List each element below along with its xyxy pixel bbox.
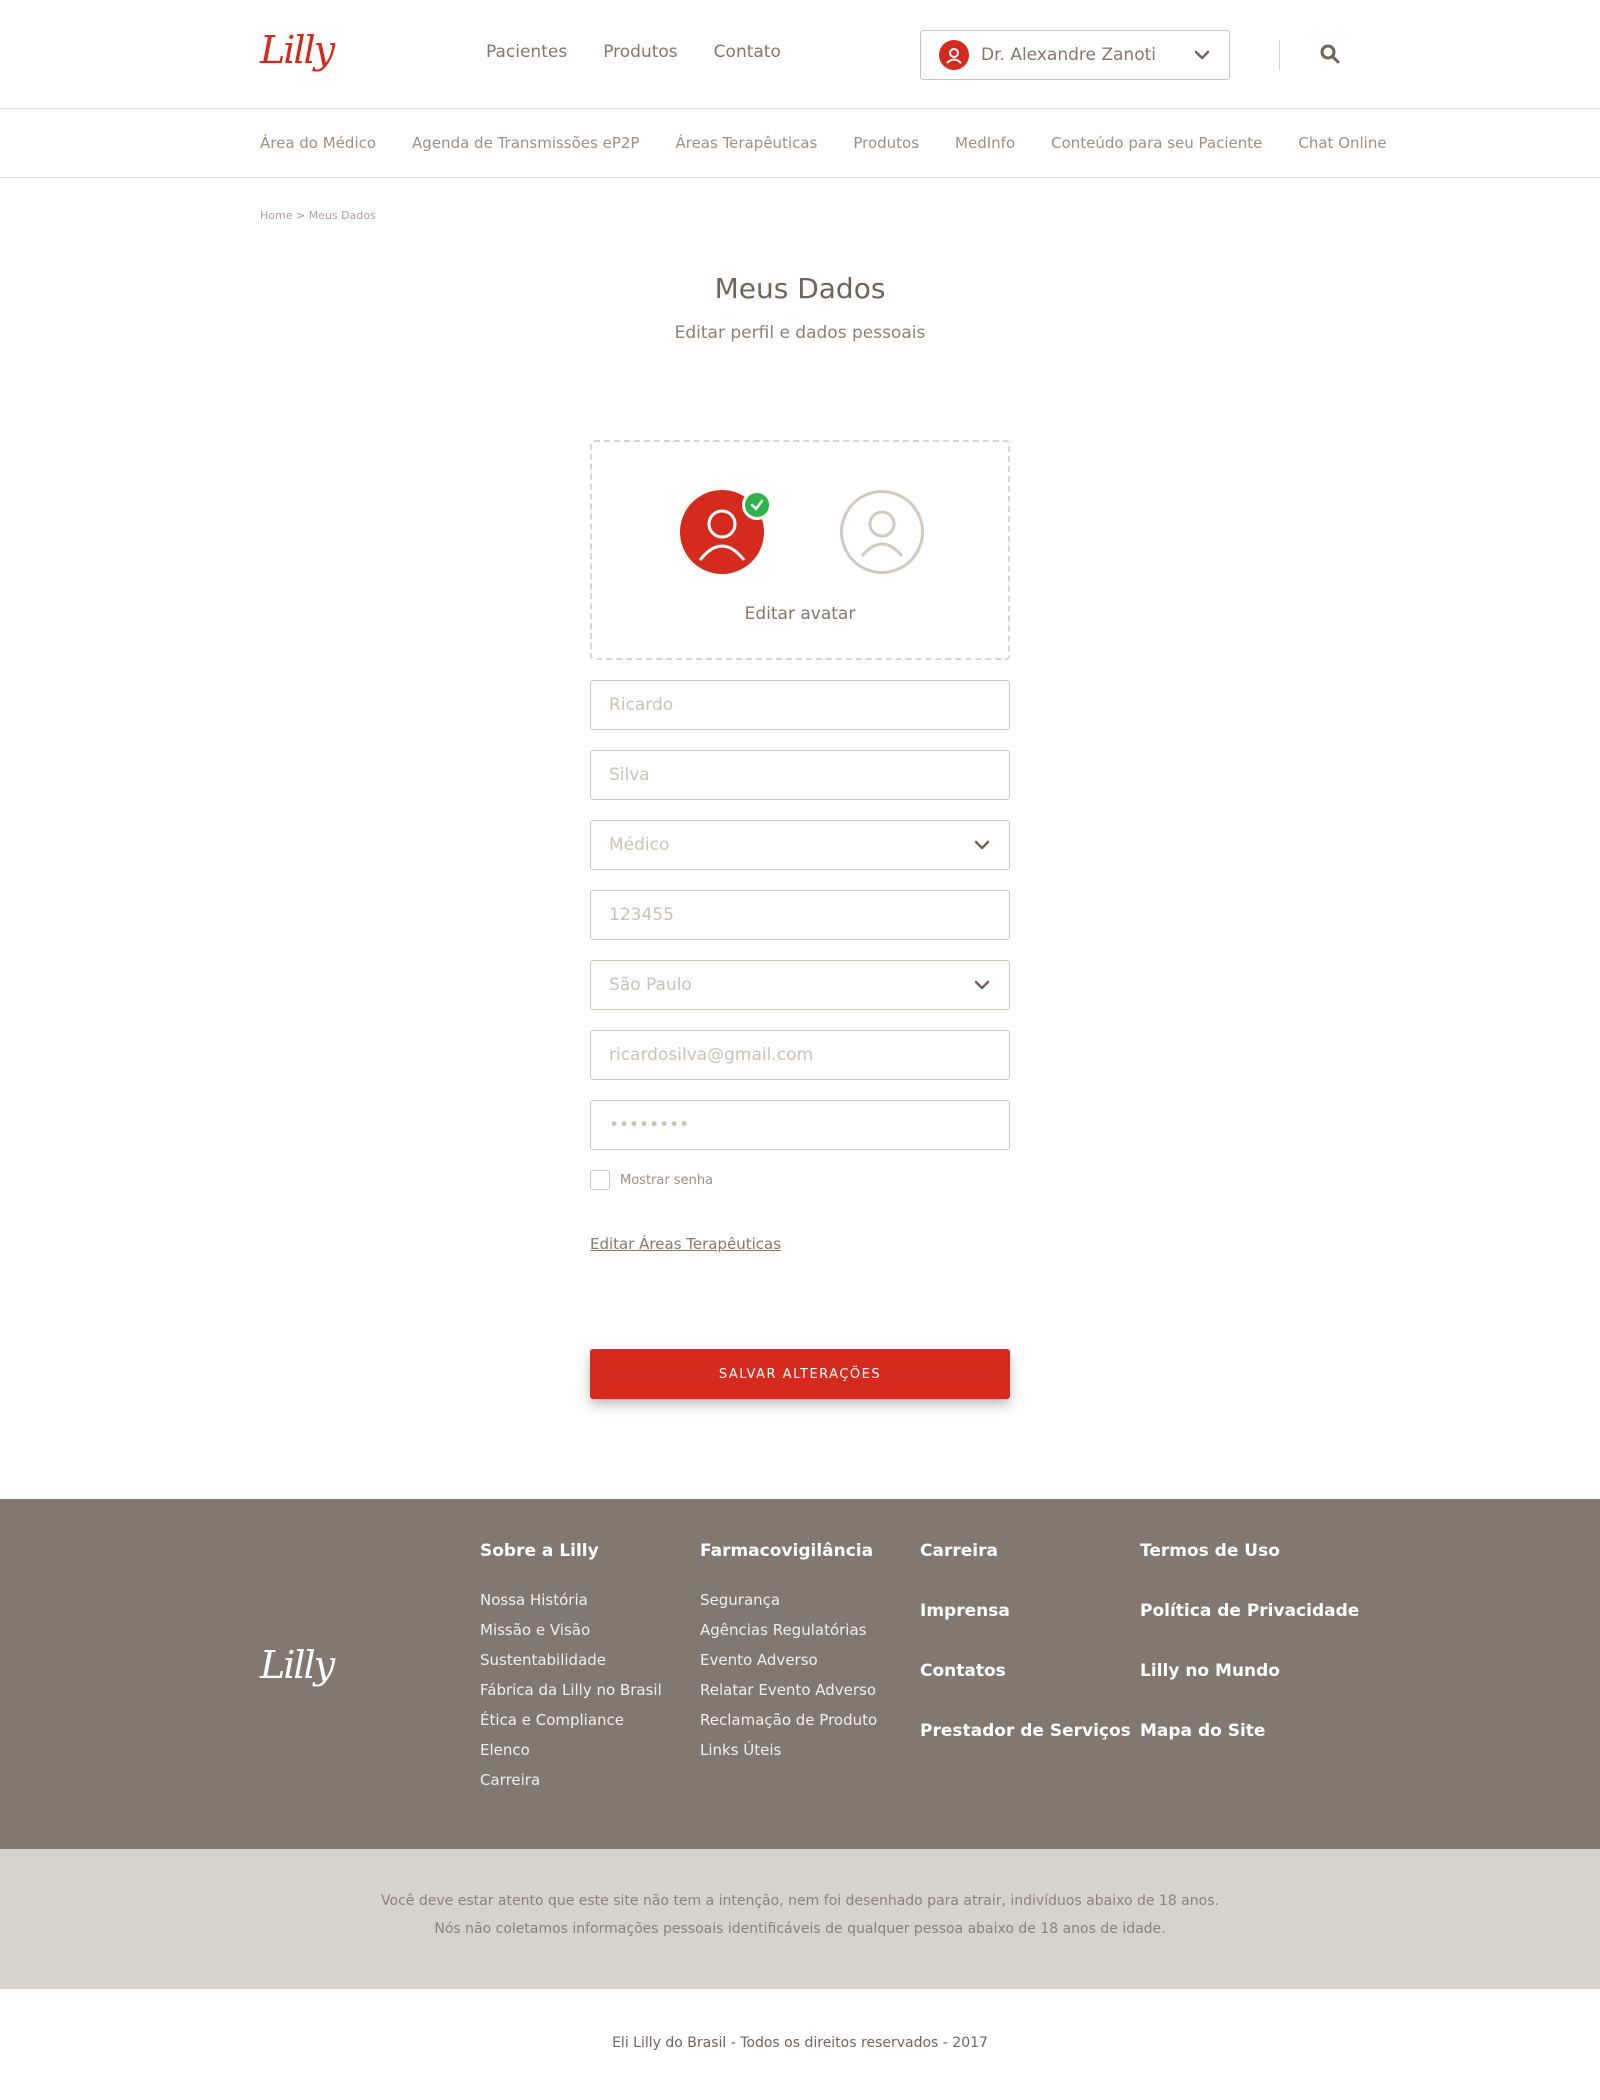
notice-line-1: Você deve estar atento que este site não…: [381, 1893, 1219, 1909]
footer-col-3: Carreira Imprensa Contatos Prestador de …: [920, 1541, 1131, 1781]
crm-value: 123455: [609, 905, 674, 925]
footer-link[interactable]: Segurança: [700, 1591, 877, 1609]
subnav-area-medico[interactable]: Área do Médico: [260, 134, 376, 152]
footer-link-mapa[interactable]: Mapa do Site: [1140, 1721, 1359, 1741]
footer-link[interactable]: Reclamação de Produto: [700, 1711, 877, 1729]
footer-link-contatos[interactable]: Contatos: [920, 1661, 1131, 1681]
footer-link[interactable]: Relatar Evento Adverso: [700, 1681, 877, 1699]
footer-link-imprensa[interactable]: Imprensa: [920, 1601, 1131, 1621]
show-password-toggle[interactable]: Mostrar senha: [590, 1170, 713, 1190]
search-icon[interactable]: [1318, 42, 1342, 66]
subnav-areas-terapeuticas[interactable]: Áreas Terapêuticas: [675, 134, 817, 152]
state-value: São Paulo: [609, 975, 692, 995]
last-name-field[interactable]: Silva: [590, 750, 1010, 800]
main-nav: Pacientes Produtos Contato: [486, 42, 781, 62]
subnav-agenda[interactable]: Agenda de Transmissões eP2P: [412, 134, 639, 152]
subnav-chat-online[interactable]: Chat Online: [1298, 134, 1386, 152]
nav-pacientes[interactable]: Pacientes: [486, 42, 567, 62]
page-subtitle: Editar perfil e dados pessoais: [674, 323, 926, 343]
show-password-checkbox[interactable]: [590, 1170, 610, 1190]
chevron-down-icon: [974, 980, 990, 990]
footer-link-termos[interactable]: Termos de Uso: [1140, 1541, 1359, 1561]
footer-col-title[interactable]: Sobre a Lilly: [480, 1541, 662, 1561]
email-value: ricardosilva@gmail.com: [609, 1045, 814, 1065]
sub-nav: Área do Médico Agenda de Transmissões eP…: [0, 110, 1600, 178]
chevron-down-icon: [974, 840, 990, 850]
show-password-label: Mostrar senha: [620, 1172, 714, 1188]
user-icon: [939, 40, 969, 70]
footer-col-4: Termos de Uso Política de Privacidade Li…: [1140, 1541, 1359, 1781]
footer-link-lilly-mundo[interactable]: Lilly no Mundo: [1140, 1661, 1359, 1681]
footer-link[interactable]: Nossa História: [480, 1591, 662, 1609]
footer-link[interactable]: Links Úteis: [700, 1741, 877, 1759]
last-name-value: Silva: [609, 765, 650, 785]
check-icon: [742, 490, 772, 520]
page-title: Meus Dados: [714, 272, 886, 305]
top-header: Lilly Pacientes Produtos Contato Dr. Ale…: [0, 0, 1600, 109]
footer-link-privacidade[interactable]: Política de Privacidade: [1140, 1601, 1359, 1621]
footer-lilly-logo[interactable]: Lilly: [260, 1643, 335, 1687]
nav-produtos[interactable]: Produtos: [603, 42, 677, 62]
subnav-produtos[interactable]: Produtos: [853, 134, 919, 152]
footer-link[interactable]: Elenco: [480, 1741, 662, 1759]
footer-link[interactable]: Carreira: [480, 1771, 662, 1789]
footer-col-title[interactable]: Farmacovigilância: [700, 1541, 877, 1561]
avatar-editor: Editar avatar: [590, 440, 1010, 660]
profession-select[interactable]: Médico: [590, 820, 1010, 870]
user-menu-dropdown[interactable]: Dr. Alexandre Zanoti: [920, 30, 1230, 80]
breadcrumb[interactable]: Home > Meus Dados: [260, 209, 376, 222]
email-field[interactable]: ricardosilva@gmail.com: [590, 1030, 1010, 1080]
footer-link[interactable]: Sustentabilidade: [480, 1651, 662, 1669]
avatar-option-default[interactable]: [840, 490, 924, 574]
subnav-conteudo-paciente[interactable]: Conteúdo para seu Paciente: [1051, 134, 1262, 152]
subnav-medinfo[interactable]: MedInfo: [955, 134, 1015, 152]
edit-avatar-label[interactable]: Editar avatar: [592, 604, 1008, 624]
first-name-value: Ricardo: [609, 695, 674, 715]
header-divider: [1279, 40, 1280, 70]
footer-link[interactable]: Fábrica da Lilly no Brasil: [480, 1681, 662, 1699]
copyright: Eli Lilly do Brasil - Todos os direitos …: [612, 2035, 988, 2051]
age-notice: Você deve estar atento que este site não…: [0, 1849, 1600, 1989]
footer-link[interactable]: Ética e Compliance: [480, 1711, 662, 1729]
profession-value: Médico: [609, 835, 670, 855]
footer-link[interactable]: Evento Adverso: [700, 1651, 877, 1669]
edit-therapeutic-areas-link[interactable]: Editar Áreas Terapêuticas: [590, 1235, 781, 1253]
notice-line-2: Nós não coletamos informações pessoais i…: [434, 1921, 1166, 1937]
first-name-field[interactable]: Ricardo: [590, 680, 1010, 730]
password-field[interactable]: ••••••••: [590, 1100, 1010, 1150]
user-name: Dr. Alexandre Zanoti: [981, 45, 1156, 65]
lilly-logo[interactable]: Lilly: [260, 28, 335, 72]
state-select[interactable]: São Paulo: [590, 960, 1010, 1010]
footer-link-prestador[interactable]: Prestador de Serviços: [920, 1721, 1131, 1741]
crm-field[interactable]: 123455: [590, 890, 1010, 940]
footer: Lilly Sobre a Lilly Nossa História Missã…: [0, 1499, 1600, 1849]
chevron-down-icon: [1194, 50, 1210, 60]
footer-col-farmacovigilancia: Farmacovigilância Segurança Agências Reg…: [700, 1541, 877, 1771]
password-value: ••••••••: [609, 1115, 690, 1135]
save-changes-button[interactable]: SALVAR ALTERAÇÕES: [590, 1349, 1010, 1399]
footer-col-sobre: Sobre a Lilly Nossa História Missão e Vi…: [480, 1541, 662, 1801]
nav-contato[interactable]: Contato: [714, 42, 781, 62]
footer-link-carreira[interactable]: Carreira: [920, 1541, 1131, 1561]
footer-link[interactable]: Missão e Visão: [480, 1621, 662, 1639]
footer-link[interactable]: Agências Regulatórias: [700, 1621, 877, 1639]
